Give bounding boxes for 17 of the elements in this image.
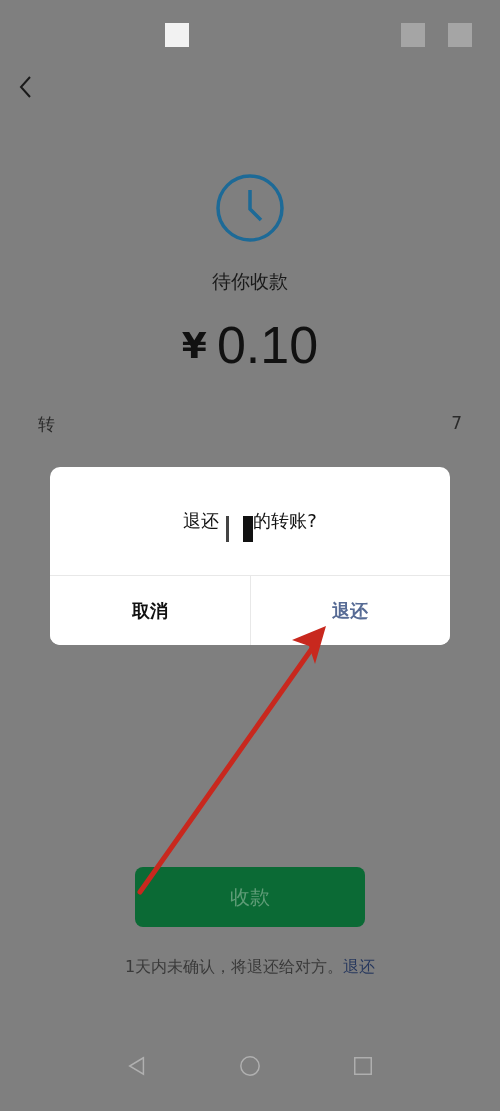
- return-link[interactable]: 退还: [343, 957, 376, 976]
- status-icon: [165, 23, 189, 47]
- note-text: 1天内未确认，将退还给对方。: [124, 957, 344, 976]
- currency-symbol: ¥: [181, 324, 207, 366]
- dialog-title: 的转账?: [253, 509, 317, 533]
- cancel-button[interactable]: 取消: [50, 576, 251, 645]
- amount: 0.10: [216, 315, 319, 375]
- home-nav-icon[interactable]: [239, 1055, 261, 1077]
- status-icon: [448, 23, 472, 47]
- clock-icon: [215, 173, 285, 243]
- detail-label: 转: [38, 413, 55, 436]
- back-icon[interactable]: [18, 75, 32, 99]
- recents-nav-icon[interactable]: [352, 1055, 375, 1077]
- status-icon: [401, 23, 425, 47]
- payment-status: 待你收款: [212, 269, 288, 294]
- detail-value: 7: [451, 413, 462, 435]
- dialog-title: 退还: [183, 509, 220, 533]
